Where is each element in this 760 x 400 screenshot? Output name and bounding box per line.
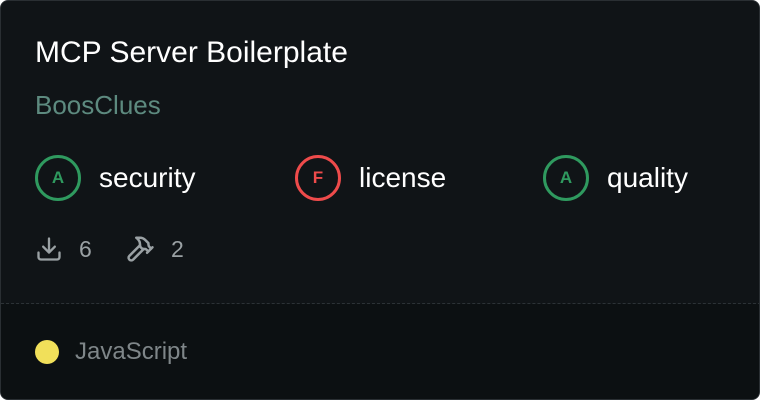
language-label: JavaScript xyxy=(75,338,188,365)
security-grade-badge: A xyxy=(35,155,81,201)
tools-stat: 2 xyxy=(125,234,184,264)
license-score: F license xyxy=(295,155,446,201)
quality-score: A quality xyxy=(543,155,688,201)
tools-count: 2 xyxy=(171,235,184,262)
download-icon xyxy=(35,235,63,263)
quality-grade-badge: A xyxy=(543,155,589,201)
downloads-stat: 6 xyxy=(35,234,92,264)
server-title[interactable]: MCP Server Boilerplate xyxy=(35,33,348,73)
hammer-icon xyxy=(125,234,155,264)
server-card[interactable]: MCP Server Boilerplate BoosClues A secur… xyxy=(0,0,760,400)
quality-label: quality xyxy=(607,162,688,193)
license-label: license xyxy=(359,162,447,193)
language-color-dot xyxy=(35,340,59,364)
author-name[interactable]: BoosClues xyxy=(35,87,161,123)
downloads-count: 6 xyxy=(79,235,92,262)
security-label: security xyxy=(99,162,196,193)
security-score: A security xyxy=(35,155,195,201)
license-grade-badge: F xyxy=(295,155,341,201)
